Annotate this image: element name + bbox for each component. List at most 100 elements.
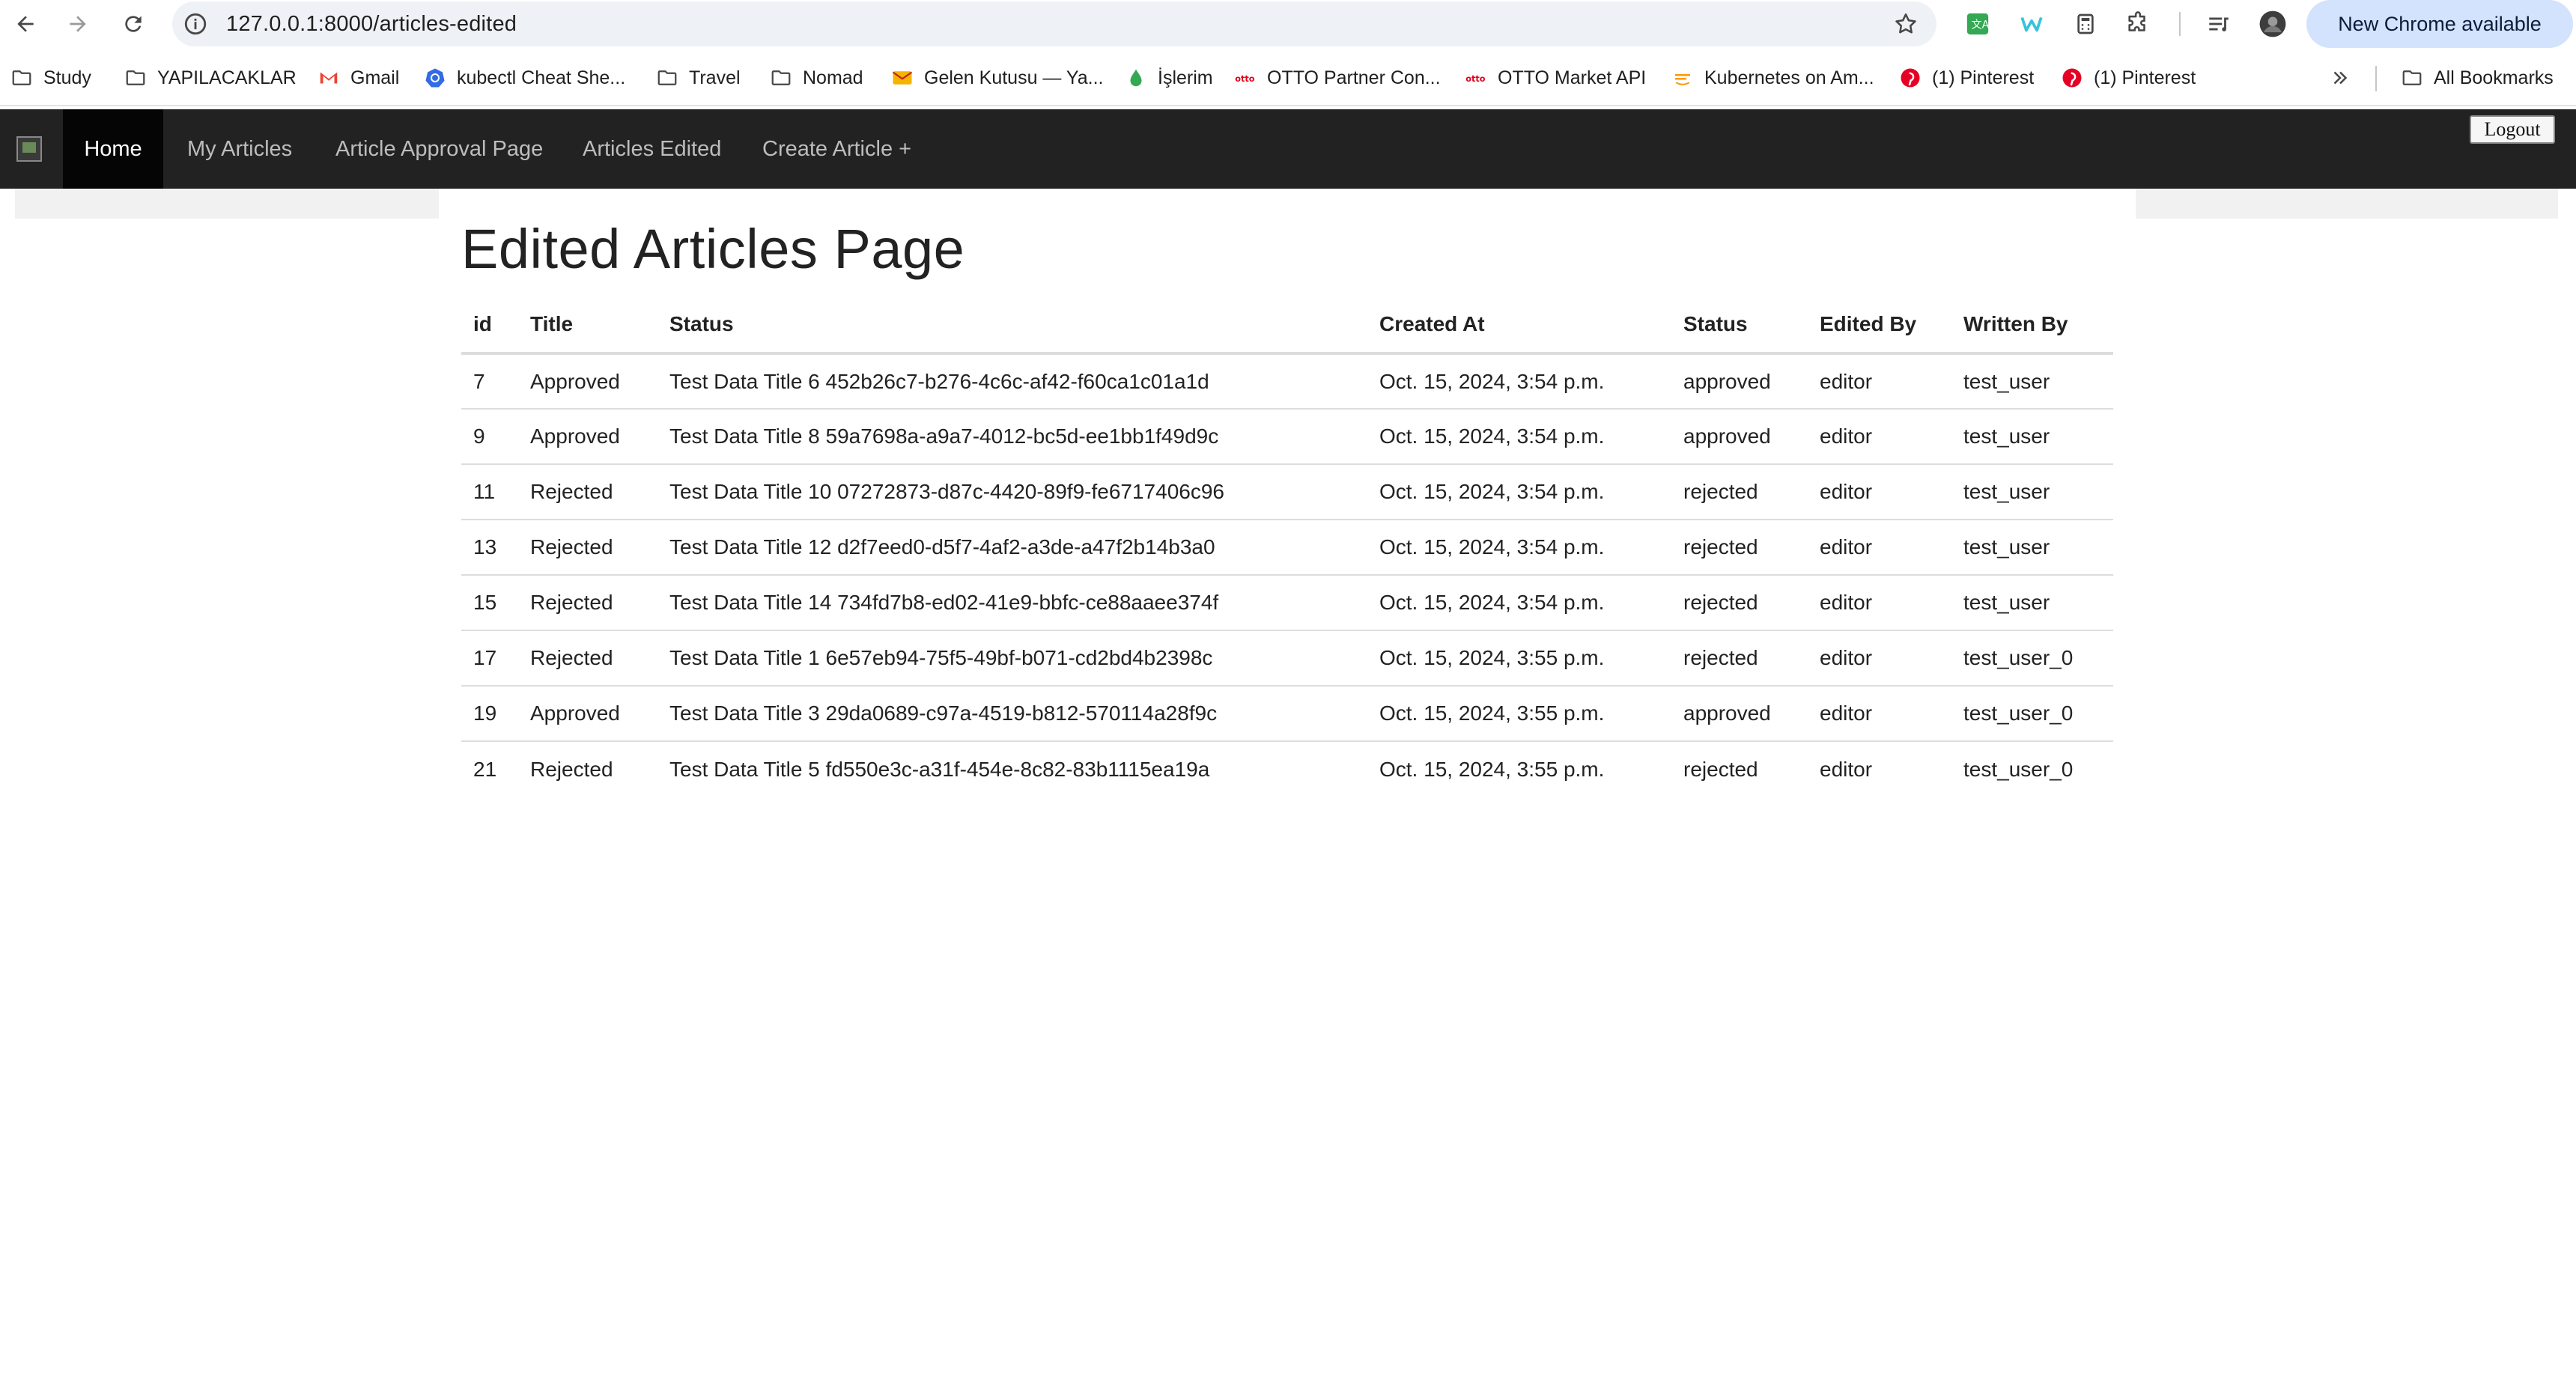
forward-button[interactable] — [61, 7, 94, 40]
table-row: 21 Rejected Test Data Title 5 fd550e3c-a31… — [461, 741, 2113, 797]
table-row: 9 Approved Test Data Title 8 59a7698a-a9a7… — [461, 409, 2113, 465]
nav-articles-edited-link[interactable]: Articles Edited — [560, 109, 744, 189]
bookmark-item[interactable]: İşlerim — [1125, 63, 1213, 93]
cell-created-at: Oct. 15, 2024, 3:55 p.m. — [1367, 686, 1671, 742]
otto-icon: otto — [1234, 67, 1257, 89]
mail-icon — [891, 67, 914, 89]
bookmark-item[interactable]: Nomad — [770, 63, 863, 93]
bookmark-star-icon[interactable] — [1893, 11, 1919, 37]
cell-written-by: test_user_0 — [1963, 757, 2074, 781]
bookmark-item[interactable]: kubectl Cheat She... — [424, 63, 625, 93]
cell-status-2: rejected — [1671, 464, 1808, 520]
cell-edited-by: editor — [1808, 630, 1951, 687]
logout-button[interactable]: Logout — [2470, 115, 2555, 144]
bookmark-item[interactable]: otto OTTO Partner Con... — [1234, 63, 1441, 93]
bookmark-label: (1) Pinterest — [2094, 67, 2196, 88]
nav-my-articles-link[interactable]: My Articles — [165, 109, 315, 189]
table-row: 13 Rejected Test Data Title 12 d2f7eed0-d5… — [461, 520, 2113, 576]
bookmark-item[interactable]: YAPILACAKLAR — [124, 63, 297, 93]
bookmark-item[interactable]: Study — [10, 63, 91, 93]
cell-created-at: Oct. 15, 2024, 3:54 p.m. — [1367, 464, 1671, 520]
calculator-extension-icon[interactable] — [2071, 10, 2100, 38]
bookmark-label: Travel — [689, 67, 741, 88]
cell-created-at: Oct. 15, 2024, 3:54 p.m. — [1367, 409, 1671, 465]
w-extension-icon[interactable] — [2017, 10, 2046, 38]
column-header-written-by: Written By — [1951, 296, 2113, 355]
cell-title: Rejected — [518, 630, 657, 687]
cell-title: Approved — [518, 686, 657, 742]
bookmark-label: Study — [43, 67, 91, 88]
column-header-status: Status — [657, 296, 1367, 355]
cell-status-2: approved — [1671, 353, 1808, 410]
cell-edited-by: editor — [1808, 464, 1951, 520]
address-bar[interactable]: 127.0.0.1:8000/articles-edited — [172, 1, 1936, 46]
bookmark-item[interactable]: (1) Pinterest — [1899, 63, 2034, 93]
cell-written-by: test_user — [1951, 464, 2113, 520]
cell-title: Rejected — [530, 757, 613, 781]
new-chrome-available-button[interactable]: New Chrome available — [2306, 0, 2573, 48]
all-bookmarks-label: All Bookmarks — [2434, 67, 2554, 88]
nav-article-approval-link[interactable]: Article Approval Page — [313, 109, 565, 189]
cell-id: 7 — [461, 353, 518, 410]
cell-id: 21 — [473, 757, 497, 781]
bookmarks-overflow-chevron-icon[interactable] — [2329, 63, 2351, 93]
cell-edited-by: editor — [1808, 409, 1951, 465]
cell-id: 17 — [461, 630, 518, 687]
table-body: 7 Approved Test Data Title 6 452b26c7-b276… — [461, 353, 2113, 797]
bookmark-item[interactable]: otto OTTO Market API — [1465, 63, 1646, 93]
url-text[interactable]: 127.0.0.1:8000/articles-edited — [226, 12, 517, 37]
cell-status-2: approved — [1671, 409, 1808, 465]
column-header-id: id — [461, 296, 518, 355]
bookmark-item[interactable]: Travel — [656, 63, 741, 93]
pinterest-icon — [1899, 67, 1922, 89]
cell-title: Rejected — [518, 520, 657, 576]
bookmark-label: Kubernetes on Am... — [1704, 67, 1874, 88]
cell-id: 11 — [461, 464, 518, 520]
cell-status: Test Data Title 8 59a7698a-a9a7-4012-bc5… — [657, 409, 1367, 465]
cell-edited-by: editor — [1808, 686, 1951, 742]
cell-created-at: Oct. 15, 2024, 3:54 p.m. — [1367, 353, 1671, 410]
cell-edited-by: editor — [1808, 575, 1951, 631]
table-header-row: id Title Status Created At Status Edited… — [461, 296, 2113, 355]
all-bookmarks-button[interactable]: All Bookmarks — [2401, 63, 2554, 93]
bookmark-label: İşlerim — [1158, 67, 1213, 88]
cell-id: 19 — [461, 686, 518, 742]
table-row: 17 Rejected Test Data Title 1 6e57eb94-75f… — [461, 630, 2113, 687]
cell-title: Approved — [518, 353, 657, 410]
cell-status: Test Data Title 1 6e57eb94-75f5-49bf-b07… — [657, 630, 1367, 687]
bookmark-item[interactable]: (1) Pinterest — [2061, 63, 2196, 93]
info-icon[interactable] — [183, 11, 208, 37]
folder-icon — [10, 67, 33, 89]
nav-create-article-link[interactable]: Create Article + — [740, 109, 934, 189]
profile-avatar-icon[interactable] — [2258, 10, 2287, 38]
bookmark-label: OTTO Partner Con... — [1267, 67, 1441, 88]
cell-status-2: rejected — [1671, 630, 1808, 687]
nav-home-link[interactable]: Home — [63, 109, 163, 189]
site-logo-image[interactable] — [16, 136, 42, 162]
cell-status-2: rejected — [1671, 520, 1808, 576]
browser-toolbar: 127.0.0.1:8000/articles-edited 文A New Ch… — [0, 0, 2576, 48]
reload-button[interactable] — [117, 7, 150, 40]
column-header-edited-by: Edited By — [1808, 296, 1951, 355]
reading-list-icon[interactable] — [2205, 10, 2233, 38]
bookmark-label: Nomad — [803, 67, 863, 88]
cell-created-at: Oct. 15, 2024, 3:54 p.m. — [1367, 520, 1671, 576]
edited-articles-table: id Title Status Created At Status Edited… — [461, 296, 2113, 797]
arrow-right-icon — [70, 16, 86, 32]
drop-icon — [1125, 67, 1147, 89]
bookmark-label: kubectl Cheat She... — [457, 67, 626, 88]
bookmark-item[interactable]: Gmail — [318, 63, 399, 93]
aws-icon — [1671, 67, 1694, 89]
translate-extension-icon[interactable]: 文A — [1963, 10, 1992, 38]
back-button[interactable] — [9, 7, 42, 40]
main-content: Edited Articles Page id Title Status Cre… — [440, 189, 2136, 1394]
folder-icon — [656, 67, 678, 89]
bookmark-item[interactable]: Gelen Kutusu — Ya... — [891, 63, 1104, 93]
cell-status-2: rejected — [1683, 757, 1758, 781]
cell-status: Test Data Title 12 d2f7eed0-d5f7-4af2-a3… — [657, 520, 1367, 576]
bookmark-item[interactable]: Kubernetes on Am... — [1671, 63, 1874, 93]
table-row: 7 Approved Test Data Title 6 452b26c7-b276… — [461, 353, 2113, 410]
extensions-puzzle-icon[interactable] — [2124, 10, 2152, 38]
otto-icon: otto — [1465, 67, 1487, 89]
page-title: Edited Articles Page — [461, 218, 965, 280]
